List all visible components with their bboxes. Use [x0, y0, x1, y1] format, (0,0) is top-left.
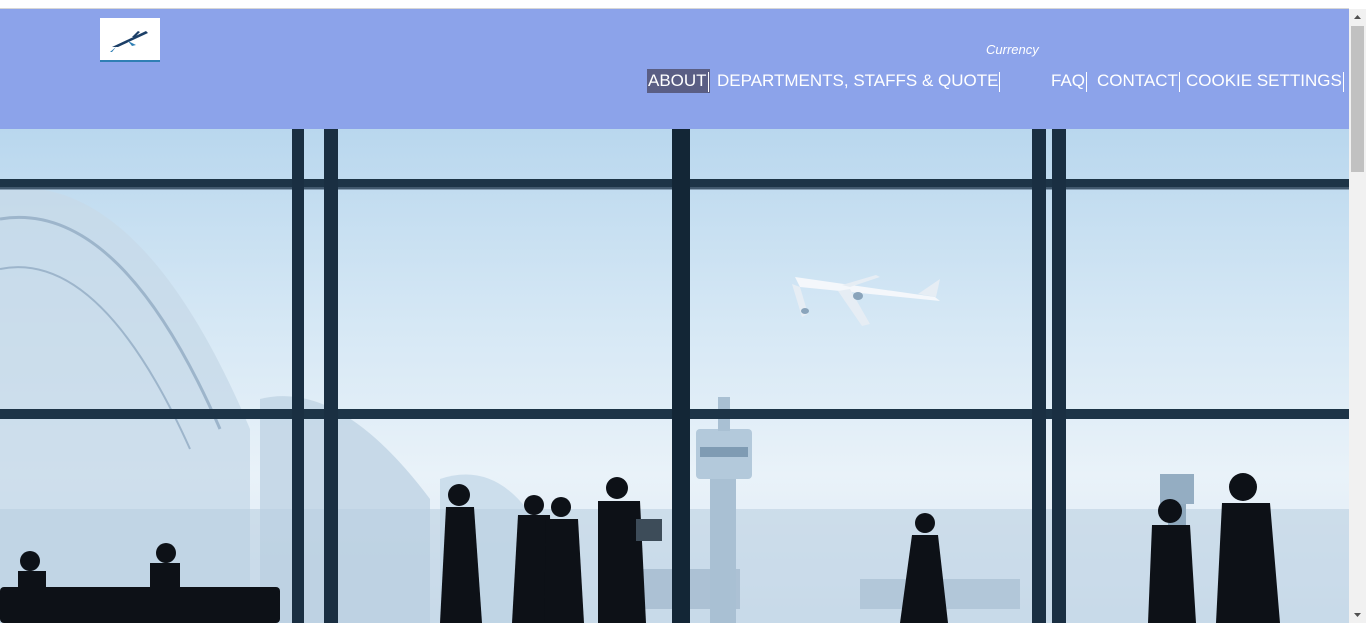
nav-contact[interactable]: CONTACT — [1097, 69, 1180, 93]
nav-departments[interactable]: DEPARTMENTS, STAFFS & QUOTE — [717, 69, 1001, 93]
nav-separator — [999, 71, 1001, 92]
vertical-scrollbar[interactable] — [1349, 9, 1366, 623]
scroll-up-arrow-icon[interactable] — [1349, 9, 1366, 26]
airplane-logo-icon — [110, 31, 148, 52]
scroll-down-arrow-icon[interactable] — [1349, 606, 1366, 623]
site-logo[interactable] — [100, 18, 160, 62]
nav-separator — [1178, 71, 1180, 92]
nav-separator — [707, 71, 709, 92]
nav-contact-label: CONTACT — [1097, 71, 1178, 90]
airport-terminal-illustration — [0, 129, 1349, 623]
nav-departments-label: DEPARTMENTS, STAFFS & QUOTE — [717, 71, 999, 90]
nav-cookie-settings-label: COOKIE SETTINGS — [1186, 71, 1342, 90]
site-header: Currency ABOUT DEPARTMENTS, STAFFS & QUO… — [0, 9, 1349, 129]
nav-separator — [1342, 71, 1344, 92]
nav-faq-label: FAQ — [1051, 71, 1086, 90]
nav-faq[interactable]: FAQ — [1051, 69, 1088, 93]
top-strip — [0, 0, 1349, 9]
scrollbar-thumb[interactable] — [1351, 26, 1364, 172]
hero-image — [0, 129, 1349, 623]
nav-separator — [1086, 71, 1088, 92]
nav-about-label: ABOUT — [648, 71, 707, 90]
nav-about[interactable]: ABOUT — [647, 69, 710, 93]
nav-cookie-settings[interactable]: COOKIE SETTINGS — [1186, 69, 1344, 93]
currency-selector[interactable]: Currency — [986, 42, 1039, 57]
airplane-graphic — [792, 275, 940, 326]
